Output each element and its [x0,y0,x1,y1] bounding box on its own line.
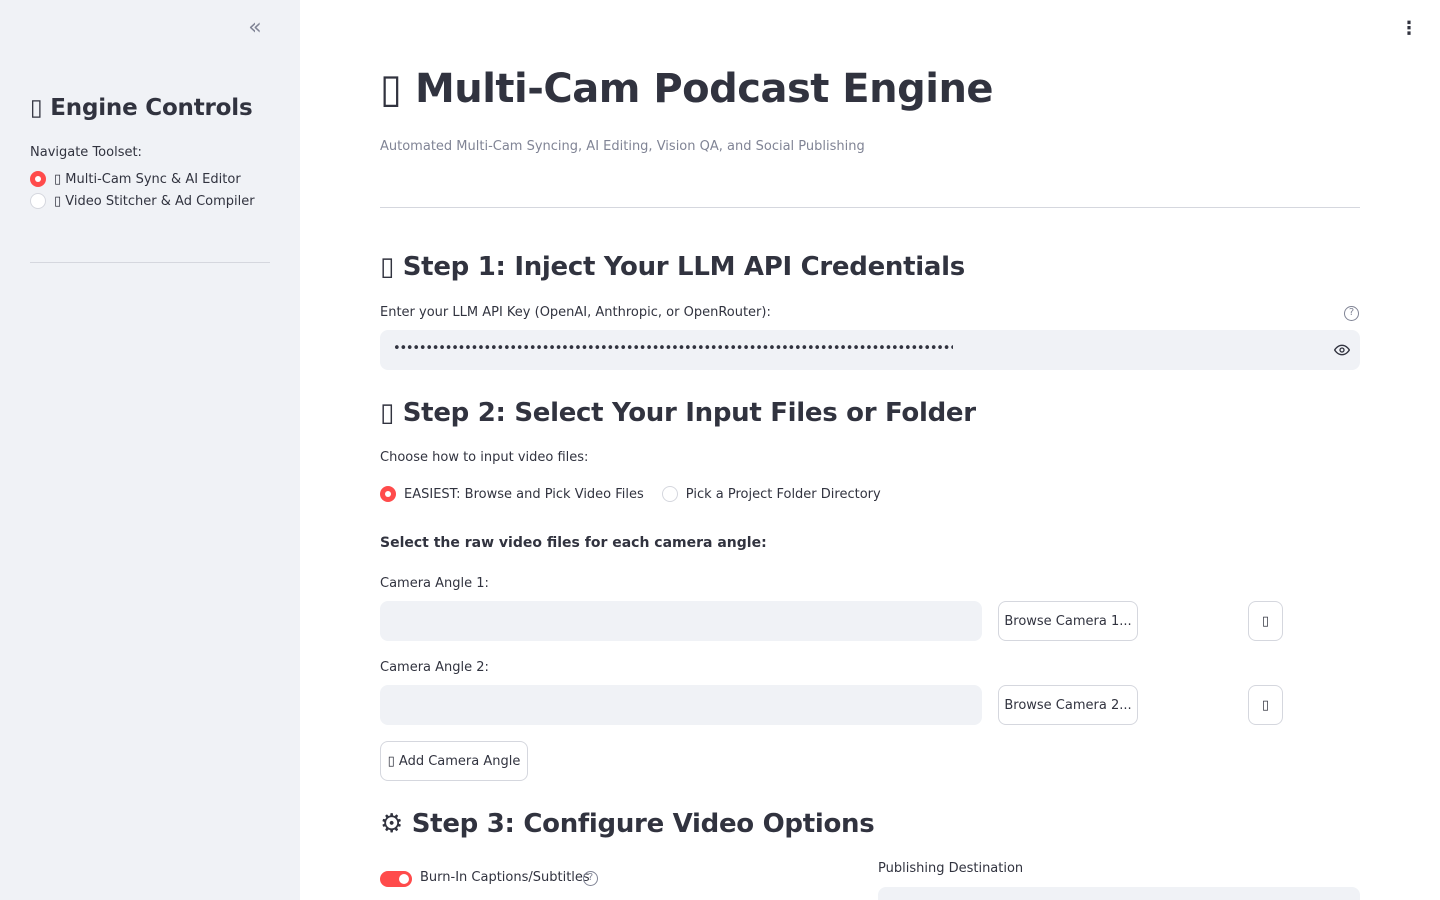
sidebar-divider [30,262,270,263]
radio-selected-icon[interactable] [380,486,396,502]
sidebar-title: ▯ Engine Controls [30,95,253,121]
step2-heading: ▯ Step 2: Select Your Input Files or Fol… [380,398,976,428]
nav-label: Navigate Toolset: [30,145,142,160]
mode-option-label: Pick a Project Folder Directory [685,486,881,502]
radio-selected-icon[interactable] [30,171,46,187]
mode-option-label: EASIEST: Browse and Pick Video Files [404,486,644,502]
nav-option-multicam[interactable]: ▯ Multi-Cam Sync & AI Editor [30,171,241,187]
publishing-destination-select[interactable] [878,887,1360,900]
radio-unselected-icon[interactable] [661,486,678,502]
api-key-label: Enter your LLM API Key (OpenAI, Anthropi… [380,305,771,320]
remove-camera-2-button[interactable]: ▯ [1248,685,1283,725]
step3-heading: ⚙ Step 3: Configure Video Options [380,809,875,839]
input-mode-radio-group: EASIEST: Browse and Pick Video Files Pic… [380,486,899,502]
publishing-destination-label: Publishing Destination [878,861,1024,876]
header-divider [380,207,1360,208]
camera-1-label: Camera Angle 1: [380,576,489,591]
api-key-value: ••••••••••••••••••••••••••••••••••••••••… [393,341,953,356]
radio-unselected-icon[interactable] [30,193,46,209]
page-title: ▯ Multi-Cam Podcast Engine [380,66,994,112]
step1-heading: ▯ Step 1: Inject Your LLM API Credential… [380,252,965,282]
mode-option-browse-files[interactable]: EASIEST: Browse and Pick Video Files [380,486,644,502]
input-mode-label: Choose how to input video files: [380,450,589,465]
help-icon[interactable]: ? [1344,306,1359,321]
captions-toggle[interactable] [380,871,412,887]
camera-2-label: Camera Angle 2: [380,660,489,675]
camera-files-label: Select the raw video files for each came… [380,535,767,551]
show-password-eye-icon[interactable] [1334,342,1350,358]
api-key-input[interactable]: ••••••••••••••••••••••••••••••••••••••••… [380,330,1360,370]
remove-camera-1-button[interactable]: ▯ [1248,601,1283,641]
mode-option-folder[interactable]: Pick a Project Folder Directory [661,486,881,502]
captions-toggle-label: Burn-In Captions/Subtitles [420,870,590,885]
nav-option-label: ▯ Multi-Cam Sync & AI Editor [54,171,241,187]
nav-option-stitcher[interactable]: ▯ Video Stitcher & Ad Compiler [30,193,255,209]
browse-camera-2-button[interactable]: Browse Camera 2... [998,685,1138,725]
nav-option-label: ▯ Video Stitcher & Ad Compiler [54,193,255,209]
main-menu-icon[interactable]: ⋮ [1400,20,1418,40]
browse-camera-1-button[interactable]: Browse Camera 1... [998,601,1138,641]
add-camera-angle-button[interactable]: ▯ Add Camera Angle [380,741,528,781]
help-icon[interactable]: ? [583,871,598,886]
page-subtitle: Automated Multi-Cam Syncing, AI Editing,… [380,139,865,154]
collapse-sidebar-icon[interactable]: « [244,17,266,40]
sidebar: « ▯ Engine Controls Navigate Toolset: ▯ … [0,0,300,900]
camera-1-path-input[interactable] [380,601,982,641]
camera-2-path-input[interactable] [380,685,982,725]
